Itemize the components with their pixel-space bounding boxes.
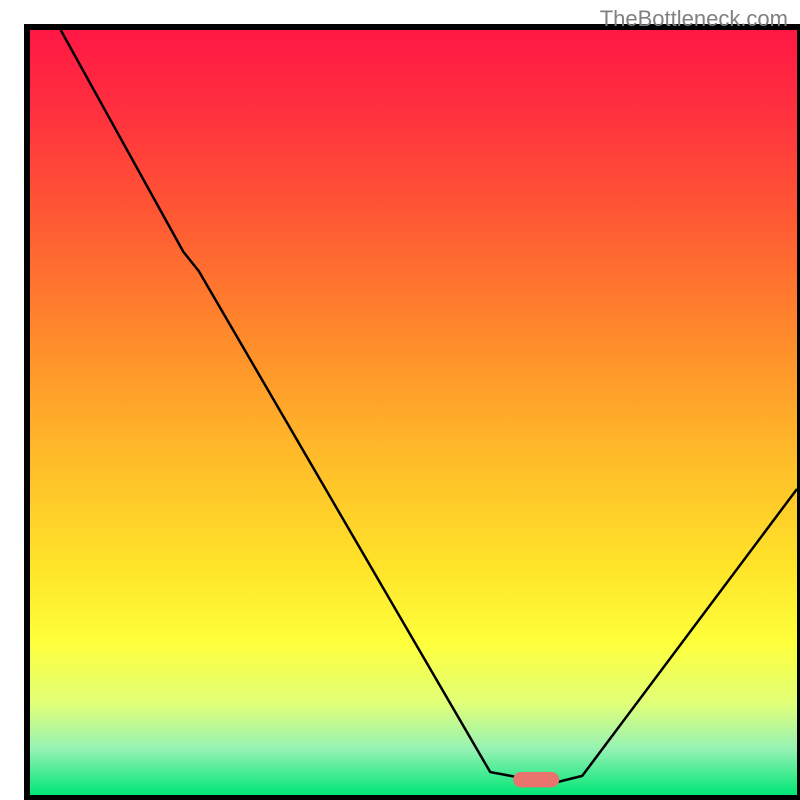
marker-layer — [513, 772, 559, 787]
bottleneck-chart: TheBottleneck.com — [0, 0, 800, 800]
watermark-text: TheBottleneck.com — [600, 6, 788, 32]
marker-optimal-point — [513, 772, 559, 787]
plot-area — [30, 30, 797, 795]
chart-svg — [0, 0, 800, 800]
